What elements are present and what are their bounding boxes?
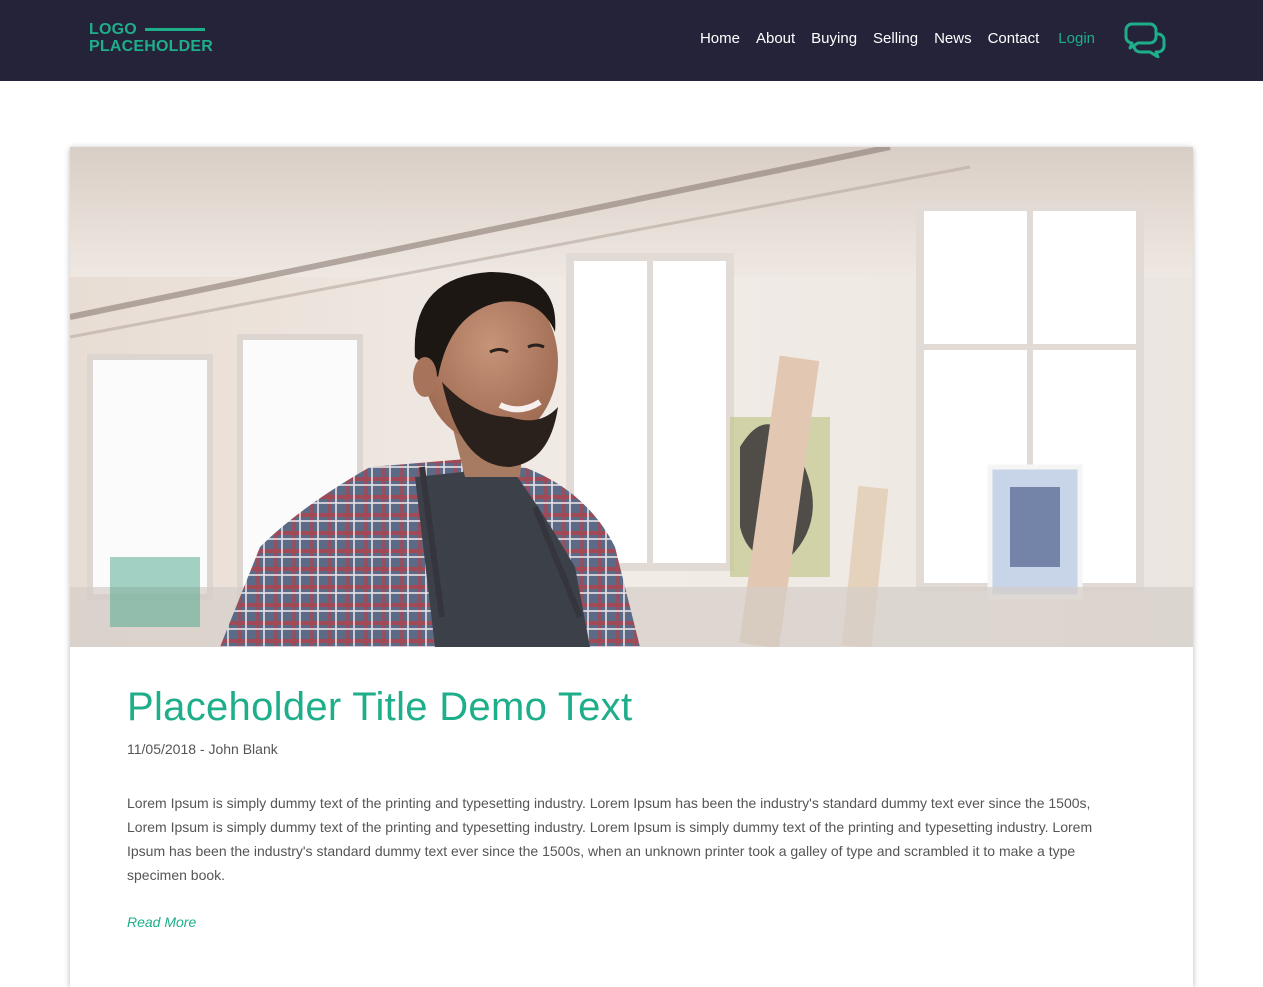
logo-text-line1: LOGO — [89, 21, 137, 38]
nav-about[interactable]: About — [748, 29, 803, 49]
nav-selling[interactable]: Selling — [865, 29, 926, 49]
nav-news[interactable]: News — [926, 29, 980, 49]
article-title[interactable]: Placeholder Title Demo Text — [127, 685, 632, 730]
article-body: Lorem Ipsum is simply dummy text of the … — [127, 795, 1093, 883]
logo-text-line2: PLACEHOLDER — [89, 38, 213, 55]
main-nav: Home About Buying Selling News Contact L… — [692, 29, 1103, 49]
nav-home[interactable]: Home — [692, 29, 748, 49]
article-meta: 11/05/2018 - John Blank — [127, 741, 278, 757]
chat-bubbles-icon[interactable] — [1124, 22, 1166, 59]
logo[interactable]: LOGO PLACEHOLDER — [89, 21, 219, 59]
top-navbar: LOGO PLACEHOLDER Home About Buying Selli… — [0, 0, 1263, 81]
article-card: Placeholder Title Demo Text 11/05/2018 -… — [70, 147, 1193, 987]
hero-image — [70, 147, 1193, 647]
nav-login[interactable]: Login — [1050, 29, 1103, 49]
logo-dash — [144, 28, 205, 31]
nav-contact[interactable]: Contact — [980, 29, 1048, 49]
read-more-link[interactable]: Read More — [127, 914, 196, 930]
nav-buying[interactable]: Buying — [803, 29, 865, 49]
